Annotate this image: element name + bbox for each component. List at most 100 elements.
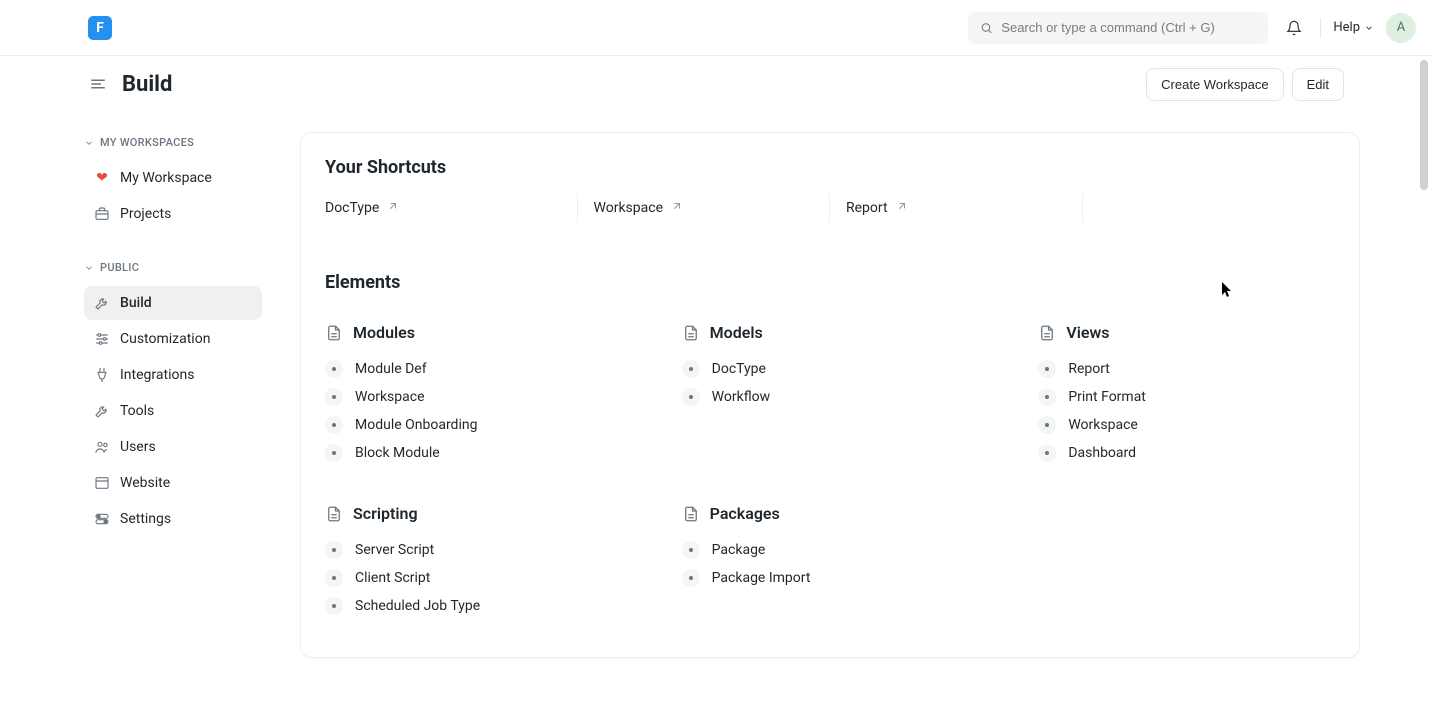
search-input[interactable] xyxy=(1001,20,1256,35)
group-heading[interactable]: Scripting xyxy=(325,504,622,523)
plug-icon xyxy=(94,367,110,383)
bullet-icon xyxy=(682,360,700,378)
sidebar-toggle[interactable] xyxy=(88,74,108,94)
help-dropdown[interactable]: Help xyxy=(1333,20,1374,35)
edit-button[interactable]: Edit xyxy=(1292,68,1344,101)
group-item-label: Server Script xyxy=(355,542,434,558)
main-content: Your Shortcuts DocTypeWorkspaceReport El… xyxy=(270,112,1432,702)
sidebar-item-label: Customization xyxy=(120,331,210,347)
bullet-icon xyxy=(325,444,343,462)
group-item-label: Block Module xyxy=(355,445,440,461)
sidebar-item-label: Users xyxy=(120,439,156,455)
group-item[interactable]: Workspace xyxy=(325,386,622,408)
element-group-views: Views Report Print Format Workspace Dashboar… xyxy=(1038,323,1335,464)
avatar[interactable]: A xyxy=(1386,13,1416,43)
arrow-ne-icon xyxy=(896,200,908,216)
group-heading[interactable]: Packages xyxy=(682,504,979,523)
arrow-ne-icon xyxy=(387,200,399,216)
group-item[interactable]: Report xyxy=(1038,358,1335,380)
shortcut-doctype[interactable]: DocType xyxy=(325,194,578,222)
group-item-label: Workflow xyxy=(712,389,771,405)
sidebar-item-integrations[interactable]: Integrations xyxy=(84,358,262,392)
group-item-label: Client Script xyxy=(355,570,430,586)
group-item[interactable]: Module Onboarding xyxy=(325,414,622,436)
users-icon xyxy=(94,439,110,455)
file-text-icon xyxy=(325,324,343,342)
group-item[interactable]: Module Def xyxy=(325,358,622,380)
shortcut-label: Workspace xyxy=(594,200,664,216)
group-item-label: Workspace xyxy=(1068,417,1138,433)
shortcut-workspace[interactable]: Workspace xyxy=(578,194,831,222)
group-item[interactable]: Workspace xyxy=(1038,414,1335,436)
sidebar-item-tools[interactable]: Tools xyxy=(84,394,262,428)
help-label: Help xyxy=(1333,20,1360,35)
search-icon xyxy=(980,21,993,35)
group-item[interactable]: Print Format xyxy=(1038,386,1335,408)
notifications-button[interactable] xyxy=(1280,14,1308,42)
chevron-down-icon xyxy=(84,138,94,148)
group-item[interactable]: Block Module xyxy=(325,442,622,464)
bullet-icon xyxy=(1038,416,1056,434)
search-box[interactable] xyxy=(968,12,1268,44)
group-item-label: Package xyxy=(712,542,766,558)
group-heading[interactable]: Views xyxy=(1038,323,1335,342)
group-item[interactable]: Workflow xyxy=(682,386,979,408)
navbar: F Help A xyxy=(0,0,1432,56)
bullet-icon xyxy=(325,388,343,406)
sidebar-item-settings[interactable]: Settings xyxy=(84,502,262,536)
sidebar-item-label: Website xyxy=(120,475,170,491)
scrollbar-track[interactable] xyxy=(1420,60,1428,698)
group-item[interactable]: DocType xyxy=(682,358,979,380)
sidebar-section-label: MY WORKSPACES xyxy=(100,136,194,149)
page-header: Build Create Workspace Edit xyxy=(0,56,1432,112)
group-item-label: Print Format xyxy=(1068,389,1146,405)
group-item[interactable]: Dashboard xyxy=(1038,442,1335,464)
sidebar: MY WORKSPACES ❤My Workspace Projects PUBL… xyxy=(0,112,270,702)
create-workspace-button[interactable]: Create Workspace xyxy=(1146,68,1283,101)
bullet-icon xyxy=(1038,444,1056,462)
element-group-packages: Packages Package Package Import xyxy=(682,504,979,617)
group-item-label: Package Import xyxy=(712,570,811,586)
sidebar-section-my-workspaces[interactable]: MY WORKSPACES xyxy=(84,136,262,149)
group-item[interactable]: Package Import xyxy=(682,567,979,589)
bullet-icon xyxy=(325,416,343,434)
app-logo[interactable]: F xyxy=(88,16,112,40)
sidebar-section-public[interactable]: PUBLIC xyxy=(84,261,262,274)
sidebar-item-my-workspace[interactable]: ❤My Workspace xyxy=(84,161,262,195)
elements-heading: Elements xyxy=(325,272,1335,293)
group-heading-label: Views xyxy=(1066,323,1109,342)
group-item-label: Workspace xyxy=(355,389,425,405)
group-item[interactable]: Server Script xyxy=(325,539,622,561)
sidebar-item-label: Projects xyxy=(120,206,171,222)
sidebar-item-website[interactable]: Website xyxy=(84,466,262,500)
group-heading[interactable]: Modules xyxy=(325,323,622,342)
shortcut-report[interactable]: Report xyxy=(830,194,1083,222)
bullet-icon xyxy=(325,597,343,615)
toggle-icon xyxy=(94,511,110,527)
briefcase-icon xyxy=(94,206,110,222)
arrow-ne-icon xyxy=(671,200,683,216)
sidebar-item-users[interactable]: Users xyxy=(84,430,262,464)
browser-icon xyxy=(94,475,110,491)
sidebar-item-projects[interactable]: Projects xyxy=(84,197,262,231)
shortcut-label: Report xyxy=(846,200,888,216)
group-item[interactable]: Client Script xyxy=(325,567,622,589)
file-text-icon xyxy=(682,324,700,342)
group-item-label: Dashboard xyxy=(1068,445,1136,461)
group-item[interactable]: Package xyxy=(682,539,979,561)
group-heading-label: Modules xyxy=(353,323,415,342)
chevron-down-icon xyxy=(1364,23,1374,33)
group-heading-label: Scripting xyxy=(353,504,418,523)
heart-icon: ❤ xyxy=(94,170,110,186)
group-item[interactable]: Scheduled Job Type xyxy=(325,595,622,617)
group-heading[interactable]: Models xyxy=(682,323,979,342)
bullet-icon xyxy=(682,541,700,559)
sidebar-item-customization[interactable]: Customization xyxy=(84,322,262,356)
sidebar-item-build[interactable]: Build xyxy=(84,286,262,320)
bullet-icon xyxy=(1038,388,1056,406)
file-text-icon xyxy=(682,505,700,523)
scrollbar-thumb[interactable] xyxy=(1420,60,1428,190)
sliders-icon xyxy=(94,331,110,347)
group-heading-label: Packages xyxy=(710,504,780,523)
menu-icon xyxy=(89,75,107,93)
